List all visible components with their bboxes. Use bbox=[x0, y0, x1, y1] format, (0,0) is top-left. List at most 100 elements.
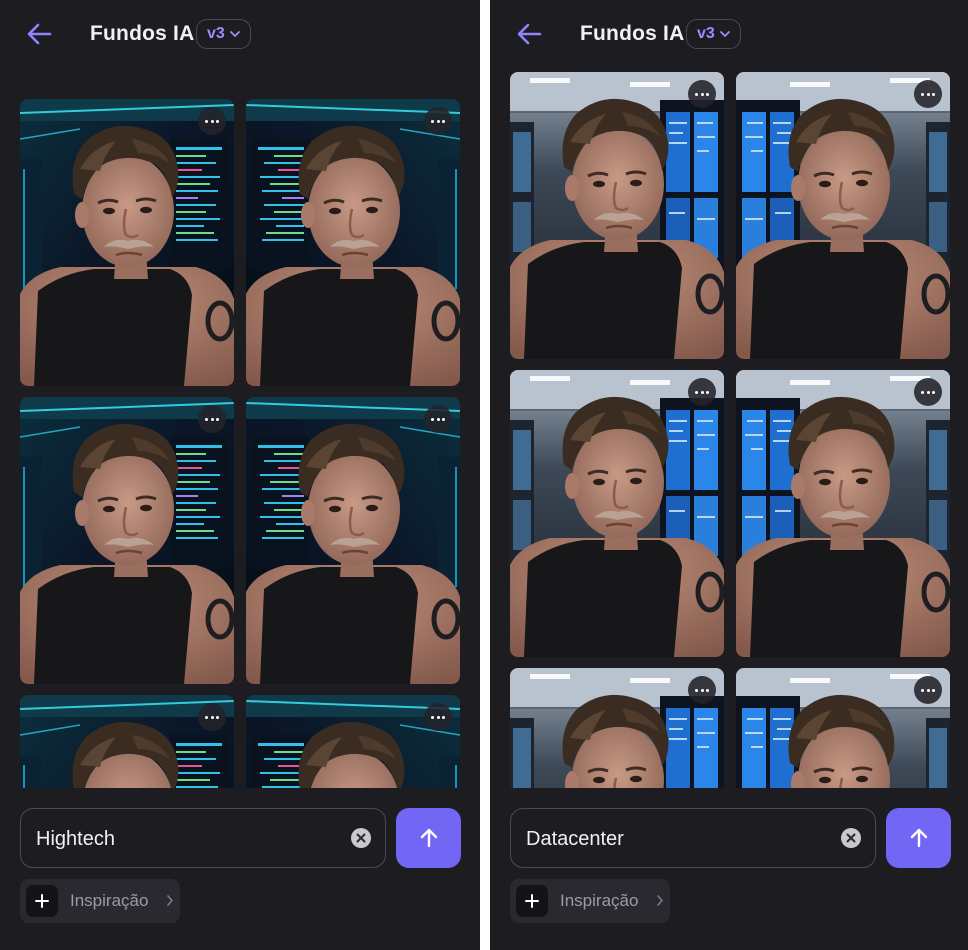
portrait-image bbox=[20, 397, 234, 684]
portrait-image bbox=[20, 99, 234, 386]
chevron-right-icon bbox=[657, 895, 663, 906]
more-dot bbox=[926, 688, 930, 692]
more-dot bbox=[210, 715, 214, 719]
portrait-image bbox=[246, 99, 460, 386]
send-button[interactable] bbox=[886, 808, 951, 868]
send-arrow-icon bbox=[910, 828, 927, 848]
more-dot bbox=[431, 715, 434, 719]
more-dot bbox=[706, 390, 709, 394]
more-dot bbox=[216, 119, 219, 123]
phone-screen-right: Fundos IA v3 Datacenter Inspiração bbox=[490, 0, 968, 950]
more-icon[interactable] bbox=[688, 80, 716, 108]
image-grid bbox=[0, 0, 480, 788]
more-icon[interactable] bbox=[688, 676, 716, 704]
more-dot bbox=[706, 92, 709, 96]
more-icon[interactable] bbox=[914, 676, 942, 704]
generated-image-tile[interactable] bbox=[510, 72, 724, 359]
more-dot bbox=[695, 688, 698, 692]
version-label: v3 bbox=[697, 25, 715, 42]
more-dot bbox=[700, 688, 704, 692]
more-icon[interactable] bbox=[424, 107, 452, 135]
version-selector[interactable]: v3 bbox=[686, 19, 741, 49]
generated-image-tile[interactable] bbox=[736, 72, 950, 359]
generated-image-tile[interactable] bbox=[510, 668, 724, 788]
chevron-down-icon bbox=[719, 31, 730, 37]
more-dot bbox=[695, 390, 698, 394]
more-dot bbox=[695, 92, 698, 96]
page-title: Fundos IA bbox=[580, 22, 685, 45]
generated-image-tile[interactable] bbox=[20, 695, 234, 788]
more-icon[interactable] bbox=[424, 703, 452, 731]
more-dot bbox=[210, 119, 214, 123]
portrait-image bbox=[510, 72, 724, 359]
prompt-input-value: Hightech bbox=[36, 828, 115, 850]
more-icon[interactable] bbox=[198, 703, 226, 731]
plus-icon bbox=[516, 885, 548, 917]
more-dot bbox=[921, 390, 924, 394]
more-dot bbox=[926, 92, 930, 96]
more-dot bbox=[436, 417, 440, 421]
back-arrow-icon[interactable] bbox=[26, 22, 52, 46]
clear-icon[interactable] bbox=[841, 828, 861, 848]
phone-screen-left: Fundos IA v3 Hightech Inspiração bbox=[0, 0, 480, 950]
inspiration-label: Inspiração bbox=[560, 891, 639, 910]
prompt-input[interactable]: Hightech bbox=[20, 808, 386, 868]
generated-image-tile[interactable] bbox=[246, 397, 460, 684]
more-icon[interactable] bbox=[198, 405, 226, 433]
inspiration-button[interactable]: Inspiração bbox=[510, 879, 670, 923]
generated-image-tile[interactable] bbox=[736, 370, 950, 657]
more-icon[interactable] bbox=[914, 378, 942, 406]
version-selector[interactable]: v3 bbox=[196, 19, 251, 49]
more-dot bbox=[932, 390, 935, 394]
more-dot bbox=[436, 715, 440, 719]
more-dot bbox=[431, 119, 434, 123]
portrait-image bbox=[736, 72, 950, 359]
generated-image-tile[interactable] bbox=[736, 668, 950, 788]
generated-image-tile[interactable] bbox=[246, 99, 460, 386]
page-title: Fundos IA bbox=[90, 22, 195, 45]
image-grid bbox=[490, 0, 968, 788]
generated-image-tile[interactable] bbox=[20, 397, 234, 684]
more-icon[interactable] bbox=[424, 405, 452, 433]
generated-image-tile[interactable] bbox=[246, 695, 460, 788]
more-icon[interactable] bbox=[914, 80, 942, 108]
portrait-image bbox=[510, 370, 724, 657]
plus-icon bbox=[26, 885, 58, 917]
more-dot bbox=[216, 715, 219, 719]
more-dot bbox=[442, 715, 445, 719]
more-dot bbox=[436, 119, 440, 123]
portrait-image bbox=[246, 397, 460, 684]
more-dot bbox=[700, 92, 704, 96]
generated-image-tile[interactable] bbox=[20, 99, 234, 386]
chevron-right-icon bbox=[167, 895, 173, 906]
more-dot bbox=[932, 92, 935, 96]
portrait-image bbox=[736, 370, 950, 657]
more-icon[interactable] bbox=[688, 378, 716, 406]
generated-image-tile[interactable] bbox=[510, 370, 724, 657]
more-icon[interactable] bbox=[198, 107, 226, 135]
more-dot bbox=[926, 390, 930, 394]
header: Fundos IA v3 bbox=[490, 0, 968, 70]
more-dot bbox=[706, 688, 709, 692]
back-arrow-icon[interactable] bbox=[516, 22, 542, 46]
send-arrow-icon bbox=[420, 828, 437, 848]
prompt-input-value: Datacenter bbox=[526, 828, 624, 850]
more-dot bbox=[205, 119, 208, 123]
more-dot bbox=[442, 119, 445, 123]
more-dot bbox=[216, 417, 219, 421]
header: Fundos IA v3 bbox=[0, 0, 480, 70]
send-button[interactable] bbox=[396, 808, 461, 868]
more-dot bbox=[921, 92, 924, 96]
inspiration-label: Inspiração bbox=[70, 891, 149, 910]
inspiration-button[interactable]: Inspiração bbox=[20, 879, 180, 923]
more-dot bbox=[205, 417, 208, 421]
more-dot bbox=[442, 417, 445, 421]
version-label: v3 bbox=[207, 25, 225, 42]
prompt-input[interactable]: Datacenter bbox=[510, 808, 876, 868]
clear-icon[interactable] bbox=[351, 828, 371, 848]
more-dot bbox=[921, 688, 924, 692]
chevron-down-icon bbox=[229, 31, 240, 37]
more-dot bbox=[431, 417, 434, 421]
more-dot bbox=[700, 390, 704, 394]
more-dot bbox=[932, 688, 935, 692]
